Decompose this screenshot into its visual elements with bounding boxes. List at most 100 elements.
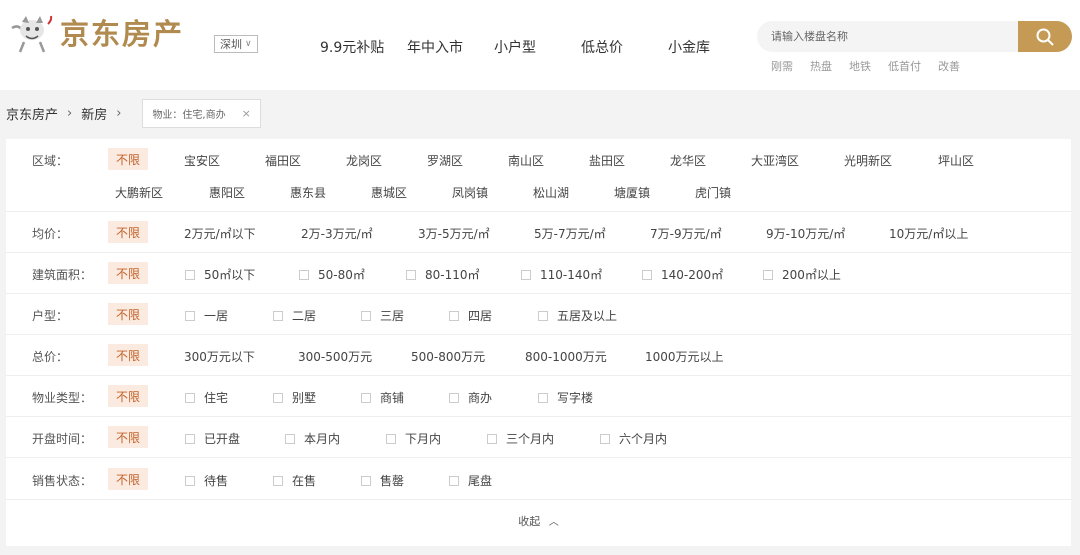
nav-link-small-units[interactable]: 小户型 bbox=[494, 37, 536, 57]
filter-option-any[interactable]: 不限 bbox=[108, 262, 149, 284]
filter-option-layout[interactable]: 四居 bbox=[449, 307, 492, 324]
hot-tag[interactable]: 刚需 bbox=[771, 58, 793, 74]
filter-option-area[interactable]: 140-200㎡ bbox=[642, 266, 723, 283]
filter-option-sale[interactable]: 尾盘 bbox=[449, 472, 492, 489]
option-label: 110-140㎡ bbox=[540, 268, 603, 282]
filter-option-opening[interactable]: 六个月内 bbox=[600, 430, 667, 447]
option-label: 五居及以上 bbox=[557, 309, 618, 323]
filter-option-price[interactable]: 7万-9万元/㎡ bbox=[650, 225, 722, 242]
filter-option-region[interactable]: 坪山区 bbox=[938, 152, 974, 169]
filter-option-layout[interactable]: 二居 bbox=[273, 307, 316, 324]
filter-option-opening[interactable]: 本月内 bbox=[285, 430, 340, 447]
filter-option-layout[interactable]: 三居 bbox=[361, 307, 404, 324]
filter-option-area[interactable]: 80-110㎡ bbox=[406, 266, 480, 283]
nav-link-low-total[interactable]: 低总价 bbox=[581, 37, 623, 57]
filter-option-layout[interactable]: 五居及以上 bbox=[538, 307, 617, 324]
filter-option-any[interactable]: 不限 bbox=[108, 303, 149, 325]
option-label: 二居 bbox=[292, 309, 317, 323]
filter-option-region[interactable]: 大鹏新区 bbox=[115, 184, 163, 201]
filter-option-area[interactable]: 50-80㎡ bbox=[299, 266, 365, 283]
filter-option-region[interactable]: 福田区 bbox=[265, 152, 301, 169]
filter-option-price[interactable]: 9万-10万元/㎡ bbox=[766, 225, 845, 242]
option-label: 四居 bbox=[468, 309, 493, 323]
checkbox-icon bbox=[185, 269, 195, 280]
hot-tag[interactable]: 改善 bbox=[938, 58, 960, 74]
filter-option-region[interactable]: 南山区 bbox=[508, 152, 544, 169]
filter-option-layout[interactable]: 一居 bbox=[185, 307, 228, 324]
hot-tag[interactable]: 热盘 bbox=[810, 58, 832, 74]
filter-option-property[interactable]: 商铺 bbox=[361, 389, 404, 406]
search-input[interactable] bbox=[757, 21, 1019, 52]
nav-link-subsidy[interactable]: 9.9元补贴 bbox=[320, 37, 384, 57]
filter-option-total-price[interactable]: 500-800万元 bbox=[411, 348, 485, 365]
filter-option-property[interactable]: 别墅 bbox=[273, 389, 316, 406]
filter-option-opening[interactable]: 三个月内 bbox=[487, 430, 554, 447]
close-icon[interactable]: × bbox=[242, 107, 251, 120]
filter-option-any[interactable]: 不限 bbox=[108, 148, 149, 170]
option-label: 三个月内 bbox=[506, 432, 555, 446]
option-label: 商办 bbox=[468, 391, 493, 405]
option-label: 140-200㎡ bbox=[661, 268, 724, 282]
breadcrumb-separator: › bbox=[67, 106, 73, 121]
filter-option-region[interactable]: 龙岗区 bbox=[346, 152, 382, 169]
filter-option-price[interactable]: 5万-7万元/㎡ bbox=[534, 225, 606, 242]
filter-option-sale[interactable]: 售罄 bbox=[361, 472, 404, 489]
site-logo[interactable]: 京东房产 bbox=[8, 14, 184, 54]
option-label: 三居 bbox=[380, 309, 405, 323]
filter-option-region[interactable]: 光明新区 bbox=[844, 152, 892, 169]
checkbox-icon bbox=[386, 433, 396, 444]
filter-option-property[interactable]: 商办 bbox=[449, 389, 492, 406]
collapse-button[interactable]: 收起 ︿ bbox=[6, 513, 1071, 529]
breadcrumb-current[interactable]: 新房 bbox=[81, 104, 107, 123]
checkbox-icon bbox=[361, 475, 371, 486]
filter-label: 区域： bbox=[32, 154, 69, 168]
filter-option-sale[interactable]: 待售 bbox=[185, 472, 228, 489]
filter-option-any[interactable]: 不限 bbox=[108, 468, 149, 490]
filter-label: 均价： bbox=[32, 227, 69, 241]
city-selector[interactable]: 深圳 ∨ bbox=[214, 35, 258, 53]
filter-option-total-price[interactable]: 300万元以下 bbox=[184, 348, 255, 365]
filter-option-any[interactable]: 不限 bbox=[108, 221, 149, 243]
filter-option-sale[interactable]: 在售 bbox=[273, 472, 316, 489]
filter-option-total-price[interactable]: 1000万元以上 bbox=[645, 348, 724, 365]
filter-option-price[interactable]: 2万-3万元/㎡ bbox=[301, 225, 373, 242]
filter-option-region[interactable]: 虎门镇 bbox=[695, 184, 731, 201]
option-label: 尾盘 bbox=[468, 474, 493, 488]
filter-option-any[interactable]: 不限 bbox=[108, 385, 149, 407]
filter-option-area[interactable]: 200㎡以上 bbox=[763, 266, 841, 283]
filter-option-region[interactable]: 塘厦镇 bbox=[614, 184, 650, 201]
filter-option-region[interactable]: 盐田区 bbox=[589, 152, 625, 169]
filter-option-total-price[interactable]: 300-500万元 bbox=[298, 348, 372, 365]
filter-option-region[interactable]: 惠阳区 bbox=[209, 184, 245, 201]
filter-option-region[interactable]: 龙华区 bbox=[670, 152, 706, 169]
filter-option-region[interactable]: 惠城区 bbox=[371, 184, 407, 201]
search-button[interactable] bbox=[1018, 21, 1072, 52]
filter-option-region[interactable]: 罗湖区 bbox=[427, 152, 463, 169]
filter-option-region[interactable]: 凤岗镇 bbox=[452, 184, 488, 201]
filter-option-opening[interactable]: 下月内 bbox=[386, 430, 441, 447]
filter-option-area[interactable]: 110-140㎡ bbox=[521, 266, 602, 283]
filter-option-any[interactable]: 不限 bbox=[108, 426, 149, 448]
filter-option-any[interactable]: 不限 bbox=[108, 344, 149, 366]
filter-option-total-price[interactable]: 800-1000万元 bbox=[525, 348, 607, 365]
filter-option-region[interactable]: 惠东县 bbox=[290, 184, 326, 201]
nav-link-treasury[interactable]: 小金库 bbox=[668, 37, 710, 57]
filter-option-area[interactable]: 50㎡以下 bbox=[185, 266, 255, 283]
filter-option-price[interactable]: 3万-5万元/㎡ bbox=[418, 225, 490, 242]
filter-option-property[interactable]: 写字楼 bbox=[538, 389, 593, 406]
filter-option-region[interactable]: 宝安区 bbox=[184, 152, 220, 169]
filter-option-opening[interactable]: 已开盘 bbox=[185, 430, 240, 447]
filter-option-property[interactable]: 住宅 bbox=[185, 389, 228, 406]
filter-option-price[interactable]: 2万元/㎡以下 bbox=[184, 225, 256, 242]
checkbox-icon bbox=[273, 392, 283, 403]
option-label: 别墅 bbox=[292, 391, 317, 405]
checkbox-icon bbox=[449, 475, 459, 486]
hot-tag[interactable]: 地铁 bbox=[849, 58, 871, 74]
nav-link-midyear[interactable]: 年中入市 bbox=[407, 37, 463, 57]
filter-option-price[interactable]: 10万元/㎡以上 bbox=[889, 225, 968, 242]
filter-option-region[interactable]: 大亚湾区 bbox=[751, 152, 799, 169]
breadcrumb-home[interactable]: 京东房产 bbox=[6, 104, 58, 123]
option-label: 待售 bbox=[204, 474, 229, 488]
filter-option-region[interactable]: 松山湖 bbox=[533, 184, 569, 201]
hot-tag[interactable]: 低首付 bbox=[888, 58, 921, 74]
